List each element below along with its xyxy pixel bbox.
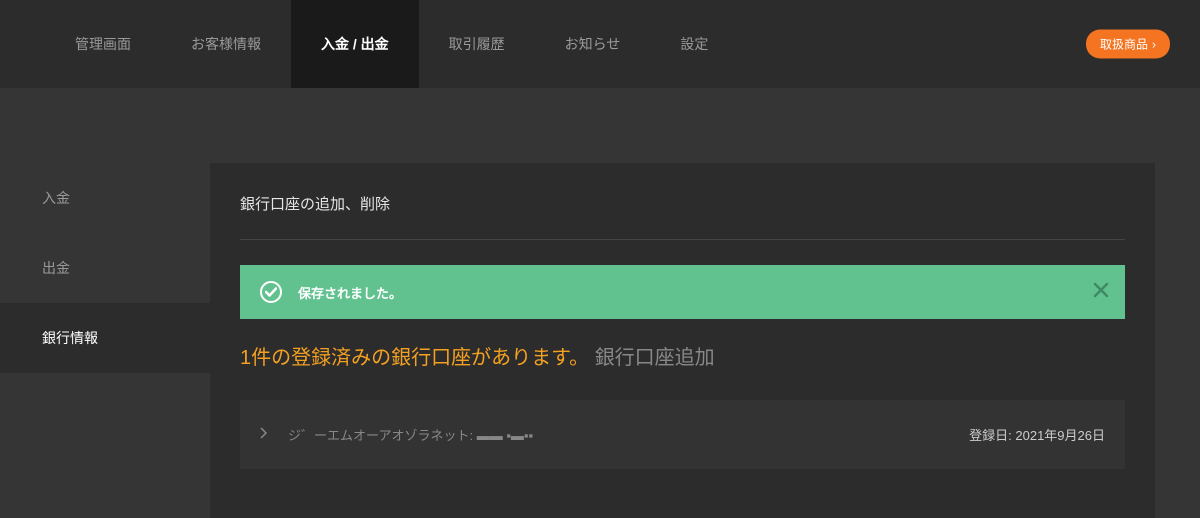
nav-item-deposit-withdraw[interactable]: 入金 / 出金: [291, 0, 419, 88]
sidebar-item-deposit[interactable]: 入金: [0, 163, 210, 233]
sidebar: 入金 出金 銀行情報: [0, 88, 210, 518]
nav-item-admin[interactable]: 管理画面: [45, 0, 161, 88]
products-button-label: 取扱商品: [1100, 36, 1148, 53]
add-bank-account-link[interactable]: 銀行口座追加: [595, 347, 715, 369]
register-date-value: 2021年9月26日: [1015, 428, 1105, 443]
nav-item-settings[interactable]: 設定: [650, 0, 738, 88]
register-date: 登録日: 2021年9月26日: [969, 425, 1105, 444]
content-wrapper: 入金 出金 銀行情報 銀行口座の追加、削除 保存されました。 1件の登録済みの銀…: [0, 88, 1200, 518]
close-icon[interactable]: [1093, 282, 1109, 302]
info-line: 1件の登録済みの銀行口座があります。 銀行口座追加: [240, 341, 1125, 370]
info-highlight: 1件の登録済みの銀行口座があります。: [240, 347, 589, 369]
checkmark-icon: [260, 281, 282, 303]
main-content: 銀行口座の追加、削除 保存されました。 1件の登録済みの銀行口座があります。 銀…: [210, 163, 1155, 518]
account-card[interactable]: ジ゛ーエムオーアオゾラネット: ▬▬ ▪▬▪▪ 登録日: 2021年9月26日: [240, 400, 1125, 469]
chevron-right-icon: [260, 427, 268, 442]
nav-item-notice[interactable]: お知らせ: [535, 0, 651, 88]
sidebar-item-bank-info[interactable]: 銀行情報: [0, 303, 210, 373]
nav-item-customer[interactable]: お客様情報: [161, 0, 291, 88]
account-name: ジ゛ーエムオーアオゾラネット: ▬▬ ▪▬▪▪: [288, 425, 969, 444]
alert-text: 保存されました。: [298, 283, 402, 302]
chevron-right-icon: ›: [1152, 37, 1156, 51]
top-nav: 管理画面 お客様情報 入金 / 出金 取引履歴 お知らせ 設定 取扱商品 ›: [0, 0, 1200, 88]
alert-success: 保存されました。: [240, 265, 1125, 319]
sidebar-item-withdraw[interactable]: 出金: [0, 233, 210, 303]
page-title: 銀行口座の追加、削除: [240, 193, 1125, 240]
register-date-label: 登録日:: [969, 428, 1015, 443]
nav-item-history[interactable]: 取引履歴: [419, 0, 535, 88]
products-button[interactable]: 取扱商品 ›: [1086, 30, 1170, 59]
